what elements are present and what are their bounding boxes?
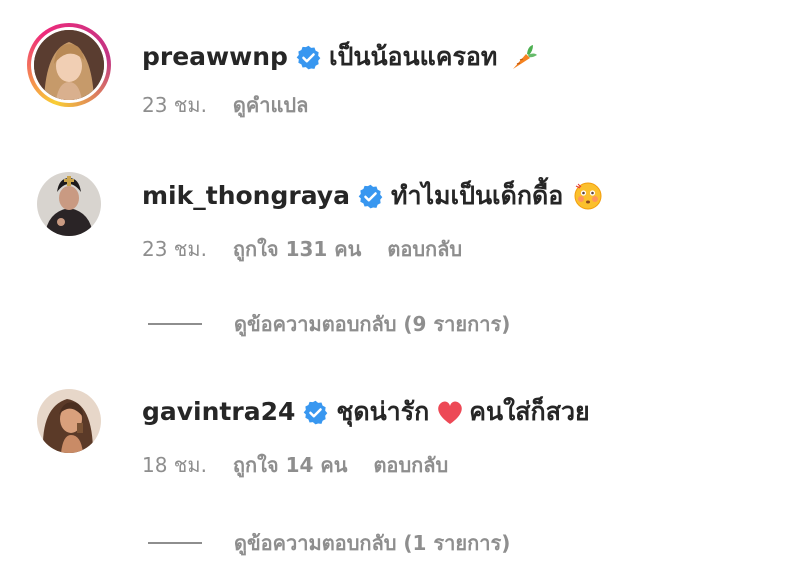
- flushed-face-icon: [574, 182, 602, 210]
- timestamp[interactable]: 23 ชม.: [142, 92, 207, 118]
- verified-badge-icon: [296, 45, 321, 69]
- likes-count[interactable]: ถูกใจ 14 คน: [233, 452, 348, 478]
- reply-button[interactable]: ตอบกลับ: [387, 236, 462, 262]
- avatar[interactable]: [37, 389, 101, 453]
- avatar-image: [37, 389, 101, 453]
- username[interactable]: mik_thongraya: [142, 180, 350, 212]
- comment-text-continued: คนใส่ก็สวย: [469, 397, 590, 426]
- see-translation-button[interactable]: ดูคำแปล: [233, 92, 308, 118]
- red-heart-icon: [438, 401, 463, 424]
- comment-text: ทำไมเป็นเด็กดื้อ: [390, 181, 564, 210]
- avatar-story-ring[interactable]: [27, 23, 111, 107]
- avatar-image: [34, 30, 104, 100]
- avatar-image: [37, 172, 101, 236]
- comment-meta: 23 ชม. ถูกใจ 131 คน ตอบกลับ: [142, 236, 462, 262]
- timestamp[interactable]: 18 ชม.: [142, 452, 207, 478]
- view-replies-button[interactable]: ดูข้อความตอบกลับ (9 รายการ): [148, 311, 510, 337]
- comment-header: mik_thongraya ทำไมเป็นเด็กดื้อ: [142, 180, 607, 212]
- comment-text: ชุดน่ารัก: [336, 397, 430, 426]
- username[interactable]: preawwnp: [142, 41, 288, 73]
- comment-text: เป็นน้อนแครอท: [328, 42, 498, 71]
- view-replies-button[interactable]: ดูข้อความตอบกลับ (1 รายการ): [148, 530, 510, 556]
- username[interactable]: gavintra24: [142, 396, 295, 428]
- avatar: [31, 27, 107, 103]
- avatar[interactable]: [37, 172, 101, 236]
- verified-badge-icon: [358, 184, 383, 208]
- comment-meta: 18 ชม. ถูกใจ 14 คน ตอบกลับ: [142, 452, 448, 478]
- comment-header: gavintra24 ชุดน่ารัก คนใส่ก็สวย: [142, 396, 590, 428]
- reply-button[interactable]: ตอบกลับ: [373, 452, 448, 478]
- timestamp[interactable]: 23 ชม.: [142, 236, 207, 262]
- divider-line: [148, 542, 202, 544]
- comment-meta: 23 ชม. ดูคำแปล: [142, 92, 308, 118]
- carrot-icon: [513, 45, 538, 69]
- verified-badge-icon: [304, 400, 328, 424]
- view-replies-label[interactable]: ดูข้อความตอบกลับ (1 รายการ): [234, 530, 510, 556]
- comment-header: preawwnp เป็นน้อนแครอท: [142, 41, 543, 73]
- likes-count[interactable]: ถูกใจ 131 คน: [233, 236, 361, 262]
- divider-line: [148, 323, 202, 325]
- view-replies-label[interactable]: ดูข้อความตอบกลับ (9 รายการ): [234, 311, 510, 337]
